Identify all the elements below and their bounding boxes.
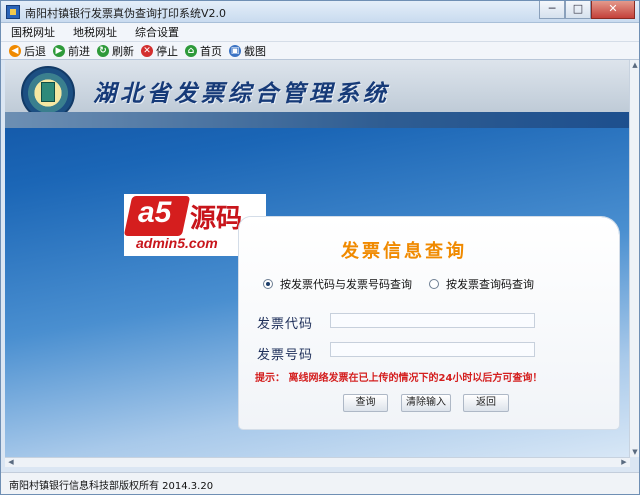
forward-arrow-icon: ▶ — [53, 45, 65, 57]
radio-query-code[interactable]: 按发票查询码查询 — [429, 276, 534, 292]
refresh-label: 刷新 — [112, 45, 134, 58]
window-title: 南阳村镇银行发票真伪查询打印系统V2.0 — [25, 7, 227, 20]
refresh-button[interactable]: ↻ 刷新 — [97, 42, 134, 60]
menu-item-local-tax[interactable]: 地税网址 — [73, 23, 117, 41]
a5-logo-text: a5 — [138, 196, 172, 229]
home-icon: ⌂ — [185, 45, 197, 57]
toolbar: ◀ 后退 ▶ 前进 ↻ 刷新 ✕ 停止 ⌂ 首页 ▣ 截图 — [1, 42, 639, 60]
radio-query-code-label: 按发票查询码查询 — [446, 278, 534, 291]
scroll-right-icon[interactable]: ▶ — [619, 458, 629, 467]
scroll-left-icon[interactable]: ◀ — [6, 458, 16, 467]
query-hint: 提示： 离线网络发票在已上传的情况下的24小时以后方可查询！ — [255, 373, 543, 384]
a5-logo-url: admin5.com — [136, 235, 218, 251]
menu-item-national-tax[interactable]: 国税网址 — [11, 23, 55, 41]
forward-button[interactable]: ▶ 前进 — [53, 42, 90, 60]
home-label: 首页 — [200, 45, 222, 58]
forward-label: 前进 — [68, 45, 90, 58]
menu-item-settings[interactable]: 综合设置 — [135, 23, 179, 41]
query-title: 发票信息查询 — [341, 241, 467, 262]
radio-button-unselected[interactable] — [429, 279, 439, 289]
app-window: 南阳村镇银行发票真伪查询打印系统V2.0 ─ □ ✕ 国税网址 地税网址 综合设… — [0, 0, 640, 495]
scroll-down-icon[interactable]: ▼ — [631, 448, 639, 456]
menu-bar: 国税网址 地税网址 综合设置 — [1, 23, 639, 42]
screenshot-label: 截图 — [244, 45, 266, 58]
radio-code-number[interactable]: 按发票代码与发票号码查询 — [263, 276, 412, 292]
back-arrow-icon: ◀ — [9, 45, 21, 57]
stop-label: 停止 — [156, 45, 178, 58]
header-swoosh — [5, 112, 630, 128]
copyright-text: 南阳村镇银行信息科技部版权所有 2014.3.20 — [9, 481, 214, 492]
back-button[interactable]: ◀ 后退 — [9, 42, 46, 60]
app-icon — [6, 5, 20, 19]
invoice-number-input[interactable] — [330, 342, 535, 357]
maximize-button[interactable]: □ — [565, 1, 591, 19]
stop-button[interactable]: ✕ 停止 — [141, 42, 178, 60]
invoice-code-label: 发票代码 — [257, 317, 314, 332]
window-controls: ─ □ ✕ — [539, 1, 635, 19]
horizontal-scrollbar[interactable]: ◀ ▶ — [5, 457, 630, 467]
stop-icon: ✕ — [141, 45, 153, 57]
clear-input-button[interactable]: 清除输入 — [401, 394, 451, 412]
radio-code-number-label: 按发票代码与发票号码查询 — [280, 278, 412, 291]
system-title: 湖北省发票综合管理系统 — [93, 81, 390, 107]
emblem-building-icon — [41, 82, 55, 102]
status-bar: 南阳村镇银行信息科技部版权所有 2014.3.20 — [1, 472, 639, 494]
invoice-code-input[interactable] — [330, 313, 535, 328]
vertical-scrollbar[interactable]: ▲ ▼ — [629, 60, 639, 457]
a5-logo-cn: 源码 — [190, 204, 243, 234]
screenshot-button[interactable]: ▣ 截图 — [229, 42, 266, 60]
refresh-icon: ↻ — [97, 45, 109, 57]
back-label: 后退 — [24, 45, 46, 58]
close-button[interactable]: ✕ — [591, 1, 635, 19]
home-button[interactable]: ⌂ 首页 — [185, 42, 222, 60]
query-button[interactable]: 查询 — [343, 394, 388, 412]
scroll-up-icon[interactable]: ▲ — [631, 61, 639, 69]
invoice-number-label: 发票号码 — [257, 348, 314, 363]
title-bar: 南阳村镇银行发票真伪查询打印系统V2.0 ─ □ ✕ — [1, 1, 639, 23]
screenshot-icon: ▣ — [229, 45, 241, 57]
return-button[interactable]: 返回 — [463, 394, 509, 412]
minimize-button[interactable]: ─ — [539, 1, 565, 19]
radio-button-selected[interactable] — [263, 279, 273, 289]
